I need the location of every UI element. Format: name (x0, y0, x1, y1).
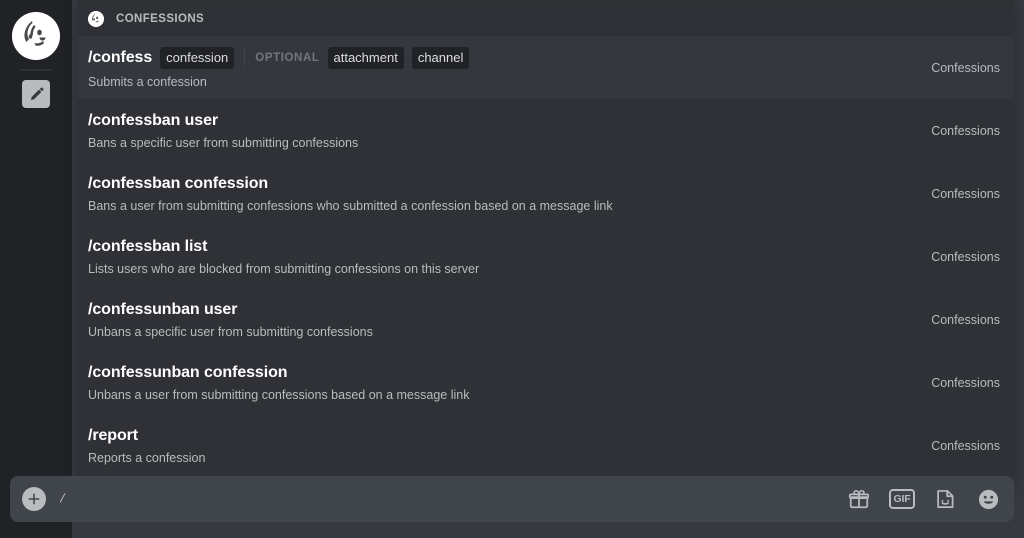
sticker-icon[interactable] (933, 487, 957, 511)
command-description: Lists users who are blocked from submitt… (88, 261, 480, 276)
command-app-name: Confessions (931, 186, 1000, 201)
command-line: /confessunban confession (88, 364, 915, 382)
message-input-bar[interactable]: / GIF (10, 476, 1014, 522)
emoji-icon[interactable] (976, 487, 1000, 511)
command-description: Bans a specific user from submitting con… (88, 135, 359, 150)
command-name: /report (88, 426, 138, 444)
command-name: /confessban list (88, 237, 208, 255)
autocomplete-row-main: /confess confession OPTIONAL attachment chan… (88, 46, 915, 89)
autocomplete-row-main: /confessban list Lists users who are bloc… (88, 238, 915, 276)
command-description: Unbans a specific user from submitting c… (88, 324, 373, 339)
server-avatar-doge[interactable] (12, 12, 60, 60)
command-name: /confessunban user (88, 300, 238, 318)
command-description: Submits a confession (88, 74, 207, 89)
command-name: /confess (88, 48, 153, 66)
message-input[interactable]: / (60, 476, 847, 522)
command-line: /report (88, 427, 915, 445)
autocomplete-row[interactable]: /confessban confession Bans a user from s… (78, 162, 1014, 225)
command-description: Bans a user from submitting confessions … (88, 198, 613, 213)
autocomplete-clipped-row[interactable] (78, 0, 1014, 2)
rail-divider (20, 69, 52, 71)
attach-plus-icon[interactable] (22, 487, 46, 511)
command-arg-optional: channel (411, 46, 470, 69)
command-name: /confessban confession (88, 174, 269, 192)
command-name: /confessunban confession (88, 363, 288, 381)
autocomplete-row-main: /confessban confession Bans a user from s… (88, 175, 915, 213)
command-description: Reports a confession (88, 450, 206, 465)
autocomplete-row[interactable]: /report Reports a confession Confessions (78, 414, 1014, 477)
autocomplete-row-main: /confessban user Bans a specific user fro… (88, 112, 915, 150)
autocomplete-row[interactable]: /confessunban confession Unbans a user fr… (78, 351, 1014, 414)
command-line: /confessban user (88, 112, 915, 130)
command-app-name: Confessions (931, 249, 1000, 264)
command-line: /confessban list (88, 238, 915, 256)
confessions-bot-avatar-icon (88, 11, 104, 27)
input-icon-group: GIF (847, 487, 1002, 511)
gif-icon-label: GIF (888, 488, 916, 510)
optional-divider (244, 49, 246, 66)
autocomplete-row[interactable]: /confessban list Lists users who are bloc… (78, 225, 1014, 288)
autocomplete-row[interactable]: /confess confession OPTIONAL attachment chan… (78, 36, 1014, 99)
command-app-name: Confessions (931, 438, 1000, 453)
command-description: Unbans a user from submitting confession… (88, 387, 470, 402)
command-app-name: Confessions (931, 60, 1000, 75)
command-app-name: Confessions (931, 375, 1000, 390)
autocomplete-group-header: CONFESSIONS (78, 2, 1014, 36)
command-arg-required: confession (160, 46, 235, 69)
autocomplete-group-title: CONFESSIONS (116, 13, 205, 25)
command-app-name: Confessions (931, 312, 1000, 327)
command-app-name: Confessions (931, 123, 1000, 138)
autocomplete-row-main: /confessunban user Unbans a specific user… (88, 301, 915, 339)
autocomplete-row-main: /report Reports a confession (88, 427, 915, 465)
pencil-edit-icon[interactable] (22, 80, 50, 108)
slash-command-autocomplete: CONFESSIONS /confess confession OPTIONAL at… (78, 0, 1014, 480)
autocomplete-row[interactable]: /confessban user Bans a specific user fro… (78, 99, 1014, 162)
command-name: /confessban user (88, 111, 219, 129)
discord-window: CONFESSIONS /confess confession OPTIONAL at… (0, 0, 1024, 538)
autocomplete-scroll-region[interactable]: CONFESSIONS /confess confession OPTIONAL at… (78, 0, 1014, 480)
command-line: /confessban confession (88, 175, 915, 193)
gift-icon[interactable] (847, 487, 871, 511)
autocomplete-command-list: /confess confession OPTIONAL attachment chan… (78, 36, 1014, 477)
autocomplete-row-main: /confessunban confession Unbans a user fr… (88, 364, 915, 402)
server-rail (0, 0, 72, 538)
command-line: /confessunban user (88, 301, 915, 319)
command-line: /confess confession OPTIONAL attachment chan… (88, 46, 915, 69)
gif-icon[interactable]: GIF (888, 487, 916, 511)
command-arg-optional: attachment (327, 46, 404, 69)
autocomplete-row[interactable]: /confessunban user Unbans a specific user… (78, 288, 1014, 351)
optional-label: OPTIONAL (255, 51, 320, 64)
